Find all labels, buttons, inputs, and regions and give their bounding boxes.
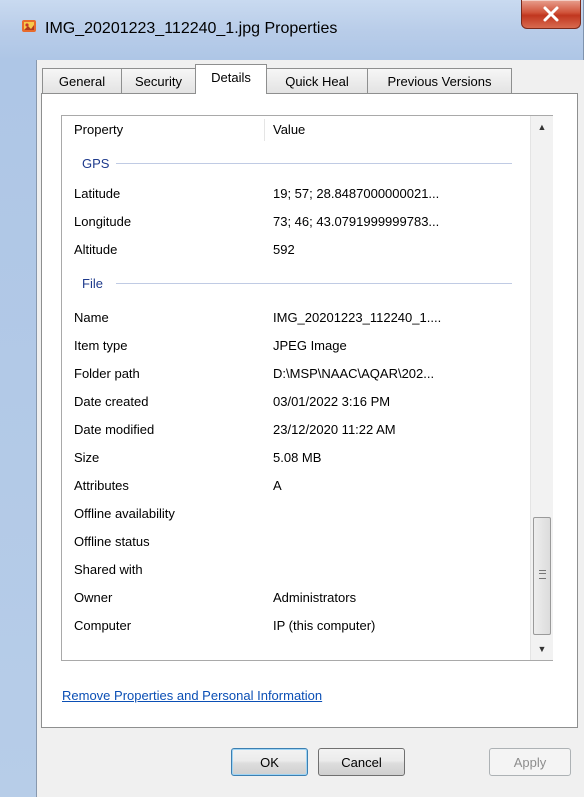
property-name[interactable]: Shared with [74,562,143,577]
tab-previous-versions[interactable]: Previous Versions [367,68,512,93]
property-value[interactable]: Administrators [273,590,356,605]
apply-button[interactable]: Apply [489,748,571,776]
close-icon [543,6,559,22]
property-value[interactable]: 73; 46; 43.0791999999783... [273,214,439,229]
property-value[interactable]: D:\MSP\NAAC\AQAR\202... [273,366,434,381]
property-name[interactable]: Owner [74,590,112,605]
property-value[interactable]: IMG_20201223_112240_1.... [273,310,441,325]
property-name[interactable]: Date modified [74,422,154,437]
window-title: IMG_20201223_112240_1.jpg Properties [45,20,338,37]
tab-quick-heal[interactable]: Quick Heal [266,68,368,93]
title-bar[interactable]: IMG_20201223_112240_1.jpg Properties [0,0,583,38]
property-name[interactable]: Date created [74,394,148,409]
scroll-up-arrow-icon[interactable]: ▲ [531,116,553,138]
property-name[interactable]: Attributes [74,478,129,493]
property-name[interactable]: Name [74,310,109,325]
property-name[interactable]: Offline availability [74,506,175,521]
property-value[interactable]: IP (this computer) [273,618,375,633]
group-divider-gps [116,163,512,164]
properties-window: IMG_20201223_112240_1.jpg Properties Gen… [0,0,584,797]
property-value[interactable]: 03/01/2022 3:16 PM [273,394,390,409]
property-value[interactable]: 19; 57; 28.8487000000021... [273,186,439,201]
tab-details[interactable]: Details [195,64,267,94]
tab-security[interactable]: Security [121,68,196,93]
group-header-file: File [82,276,103,291]
scroll-down-arrow-icon[interactable]: ▼ [531,638,553,660]
column-header-property[interactable]: Property [74,122,123,137]
column-header-value[interactable]: Value [273,122,305,137]
property-name[interactable]: Altitude [74,242,117,257]
property-name[interactable]: Latitude [74,186,120,201]
ok-button[interactable]: OK [231,748,308,776]
property-name[interactable]: Item type [74,338,127,353]
group-divider-file [116,283,512,284]
photo-file-icon [22,20,36,32]
property-name[interactable]: Offline status [74,534,150,549]
scrollbar-thumb[interactable] [533,517,551,635]
property-value[interactable]: 592 [273,242,295,257]
property-name[interactable]: Longitude [74,214,131,229]
property-value[interactable]: JPEG Image [273,338,347,353]
property-value[interactable]: 23/12/2020 11:22 AM [273,422,396,437]
column-divider[interactable] [264,119,265,141]
property-name[interactable]: Computer [74,618,131,633]
close-button[interactable] [521,0,581,29]
cancel-button[interactable]: Cancel [318,748,405,776]
property-value[interactable]: A [273,478,282,493]
property-value[interactable]: 5.08 MB [273,450,321,465]
tab-general[interactable]: General [42,68,122,93]
group-header-gps: GPS [82,156,110,171]
property-name[interactable]: Size [74,450,99,465]
remove-properties-link[interactable]: Remove Properties and Personal Informati… [62,688,322,703]
vertical-scrollbar[interactable]: ▲ ▼ [530,116,553,660]
property-name[interactable]: Folder path [74,366,140,381]
grip-icon [539,570,546,579]
